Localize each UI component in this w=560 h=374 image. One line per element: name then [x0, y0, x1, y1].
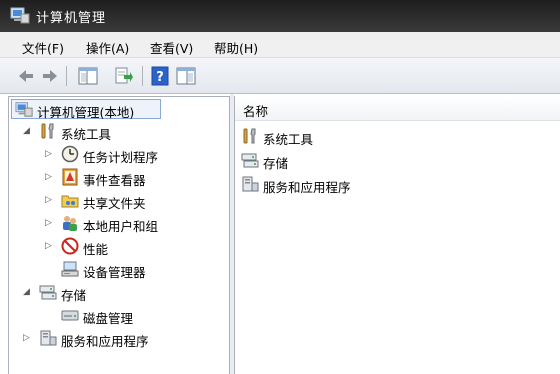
tree-label: 服务和应用程序 — [61, 334, 149, 349]
list-item-label: 系统工具 — [263, 132, 314, 147]
back-icon[interactable] — [16, 66, 36, 86]
tree-label: 事件查看器 — [83, 173, 146, 188]
toolbar-separator — [142, 66, 143, 86]
export-list-icon[interactable] — [114, 66, 134, 86]
storage-icon — [241, 153, 259, 168]
services-icon — [242, 176, 259, 192]
menu-bar: 文件(F) 操作(A) 查看(V) 帮助(H) — [0, 32, 560, 58]
menu-help[interactable]: 帮助(H) — [214, 38, 258, 57]
menu-file[interactable]: 文件(F) — [22, 38, 64, 57]
show-hide-tree-icon[interactable] — [78, 66, 98, 86]
computer-management-icon — [10, 7, 30, 24]
show-action-pane-icon[interactable] — [176, 66, 196, 86]
collapsed-arrow-icon[interactable]: ▷ — [45, 171, 55, 183]
tree-item-shared-folders[interactable]: ▷ 共享文件夹 — [13, 190, 223, 212]
title-bar: 计算机管理 — [0, 0, 560, 32]
tools-icon — [41, 123, 54, 139]
expanded-arrow-icon[interactable]: ◢ — [23, 286, 33, 298]
event-viewer-icon — [62, 168, 78, 186]
tree-label: 系统工具 — [61, 127, 112, 142]
device-manager-icon — [61, 261, 79, 277]
tree-item-system-tools[interactable]: ◢ 系统工具 — [13, 121, 223, 143]
tree-label: 设备管理器 — [83, 265, 146, 280]
list-item-label: 服务和应用程序 — [263, 180, 351, 195]
console-tree: 计算机管理(本地) ◢ 系统工具 ▷ 任务计划程序 ▷ 事件查看器 ▷ 共享文件… — [8, 96, 230, 374]
collapsed-arrow-icon[interactable]: ▷ — [45, 217, 55, 229]
computer-management-icon — [15, 102, 33, 117]
services-icon — [40, 330, 57, 346]
users-icon — [63, 216, 77, 231]
tree-item-event-viewer[interactable]: ▷ 事件查看器 — [13, 167, 223, 189]
toolbar-separator — [66, 66, 67, 86]
tree-label: 计算机管理(本地) — [37, 105, 135, 120]
clock-icon — [61, 145, 79, 163]
tree-label: 磁盘管理 — [83, 311, 134, 326]
expanded-arrow-icon[interactable]: ◢ — [23, 125, 33, 137]
collapsed-arrow-icon[interactable]: ▷ — [45, 240, 55, 252]
tree-label: 任务计划程序 — [83, 150, 159, 165]
menu-view[interactable]: 查看(V) — [150, 38, 193, 57]
performance-icon — [61, 237, 79, 255]
tree-label: 存储 — [61, 288, 87, 303]
collapsed-arrow-icon[interactable]: ▷ — [45, 148, 55, 160]
tree-item-task-scheduler[interactable]: ▷ 任务计划程序 — [13, 144, 223, 166]
tree-label: 本地用户和组 — [83, 219, 159, 234]
tree-item-local-users[interactable]: ▷ 本地用户和组 — [13, 213, 223, 235]
list-item-system-tools[interactable]: 系统工具 — [241, 127, 441, 147]
toolbar: ? — [0, 58, 560, 94]
shared-folder-icon — [61, 195, 79, 208]
collapsed-arrow-icon[interactable]: ▷ — [23, 332, 33, 344]
storage-icon — [39, 285, 57, 300]
list-item-services-apps[interactable]: 服务和应用程序 — [241, 175, 441, 195]
tree-label: 性能 — [83, 242, 109, 257]
details-pane: 名称 系统工具 存储 服务和应用程序 — [234, 96, 560, 374]
window-title: 计算机管理 — [36, 11, 107, 26]
tools-icon — [243, 128, 256, 144]
tree-item-computer-management[interactable]: 计算机管理(本地) — [13, 99, 223, 121]
tree-item-performance[interactable]: ▷ 性能 — [13, 236, 223, 258]
disk-icon — [61, 310, 79, 321]
column-header-name[interactable]: 名称 — [235, 96, 560, 121]
tree-label: 共享文件夹 — [83, 196, 146, 211]
list-item-label: 存储 — [263, 156, 289, 171]
forward-icon[interactable] — [40, 66, 60, 86]
list-item-storage[interactable]: 存储 — [241, 151, 441, 171]
column-header-label: 名称 — [243, 104, 269, 119]
tree-item-storage[interactable]: ◢ 存储 — [13, 282, 223, 304]
menu-action[interactable]: 操作(A) — [86, 38, 129, 57]
help-icon[interactable]: ? — [150, 66, 170, 86]
svg-text:?: ? — [156, 70, 164, 85]
tree-item-services-apps[interactable]: ▷ 服务和应用程序 — [13, 328, 223, 350]
tree-item-disk-management[interactable]: 磁盘管理 — [13, 305, 223, 327]
collapsed-arrow-icon[interactable]: ▷ — [45, 194, 55, 206]
tree-item-device-manager[interactable]: 设备管理器 — [13, 259, 223, 281]
